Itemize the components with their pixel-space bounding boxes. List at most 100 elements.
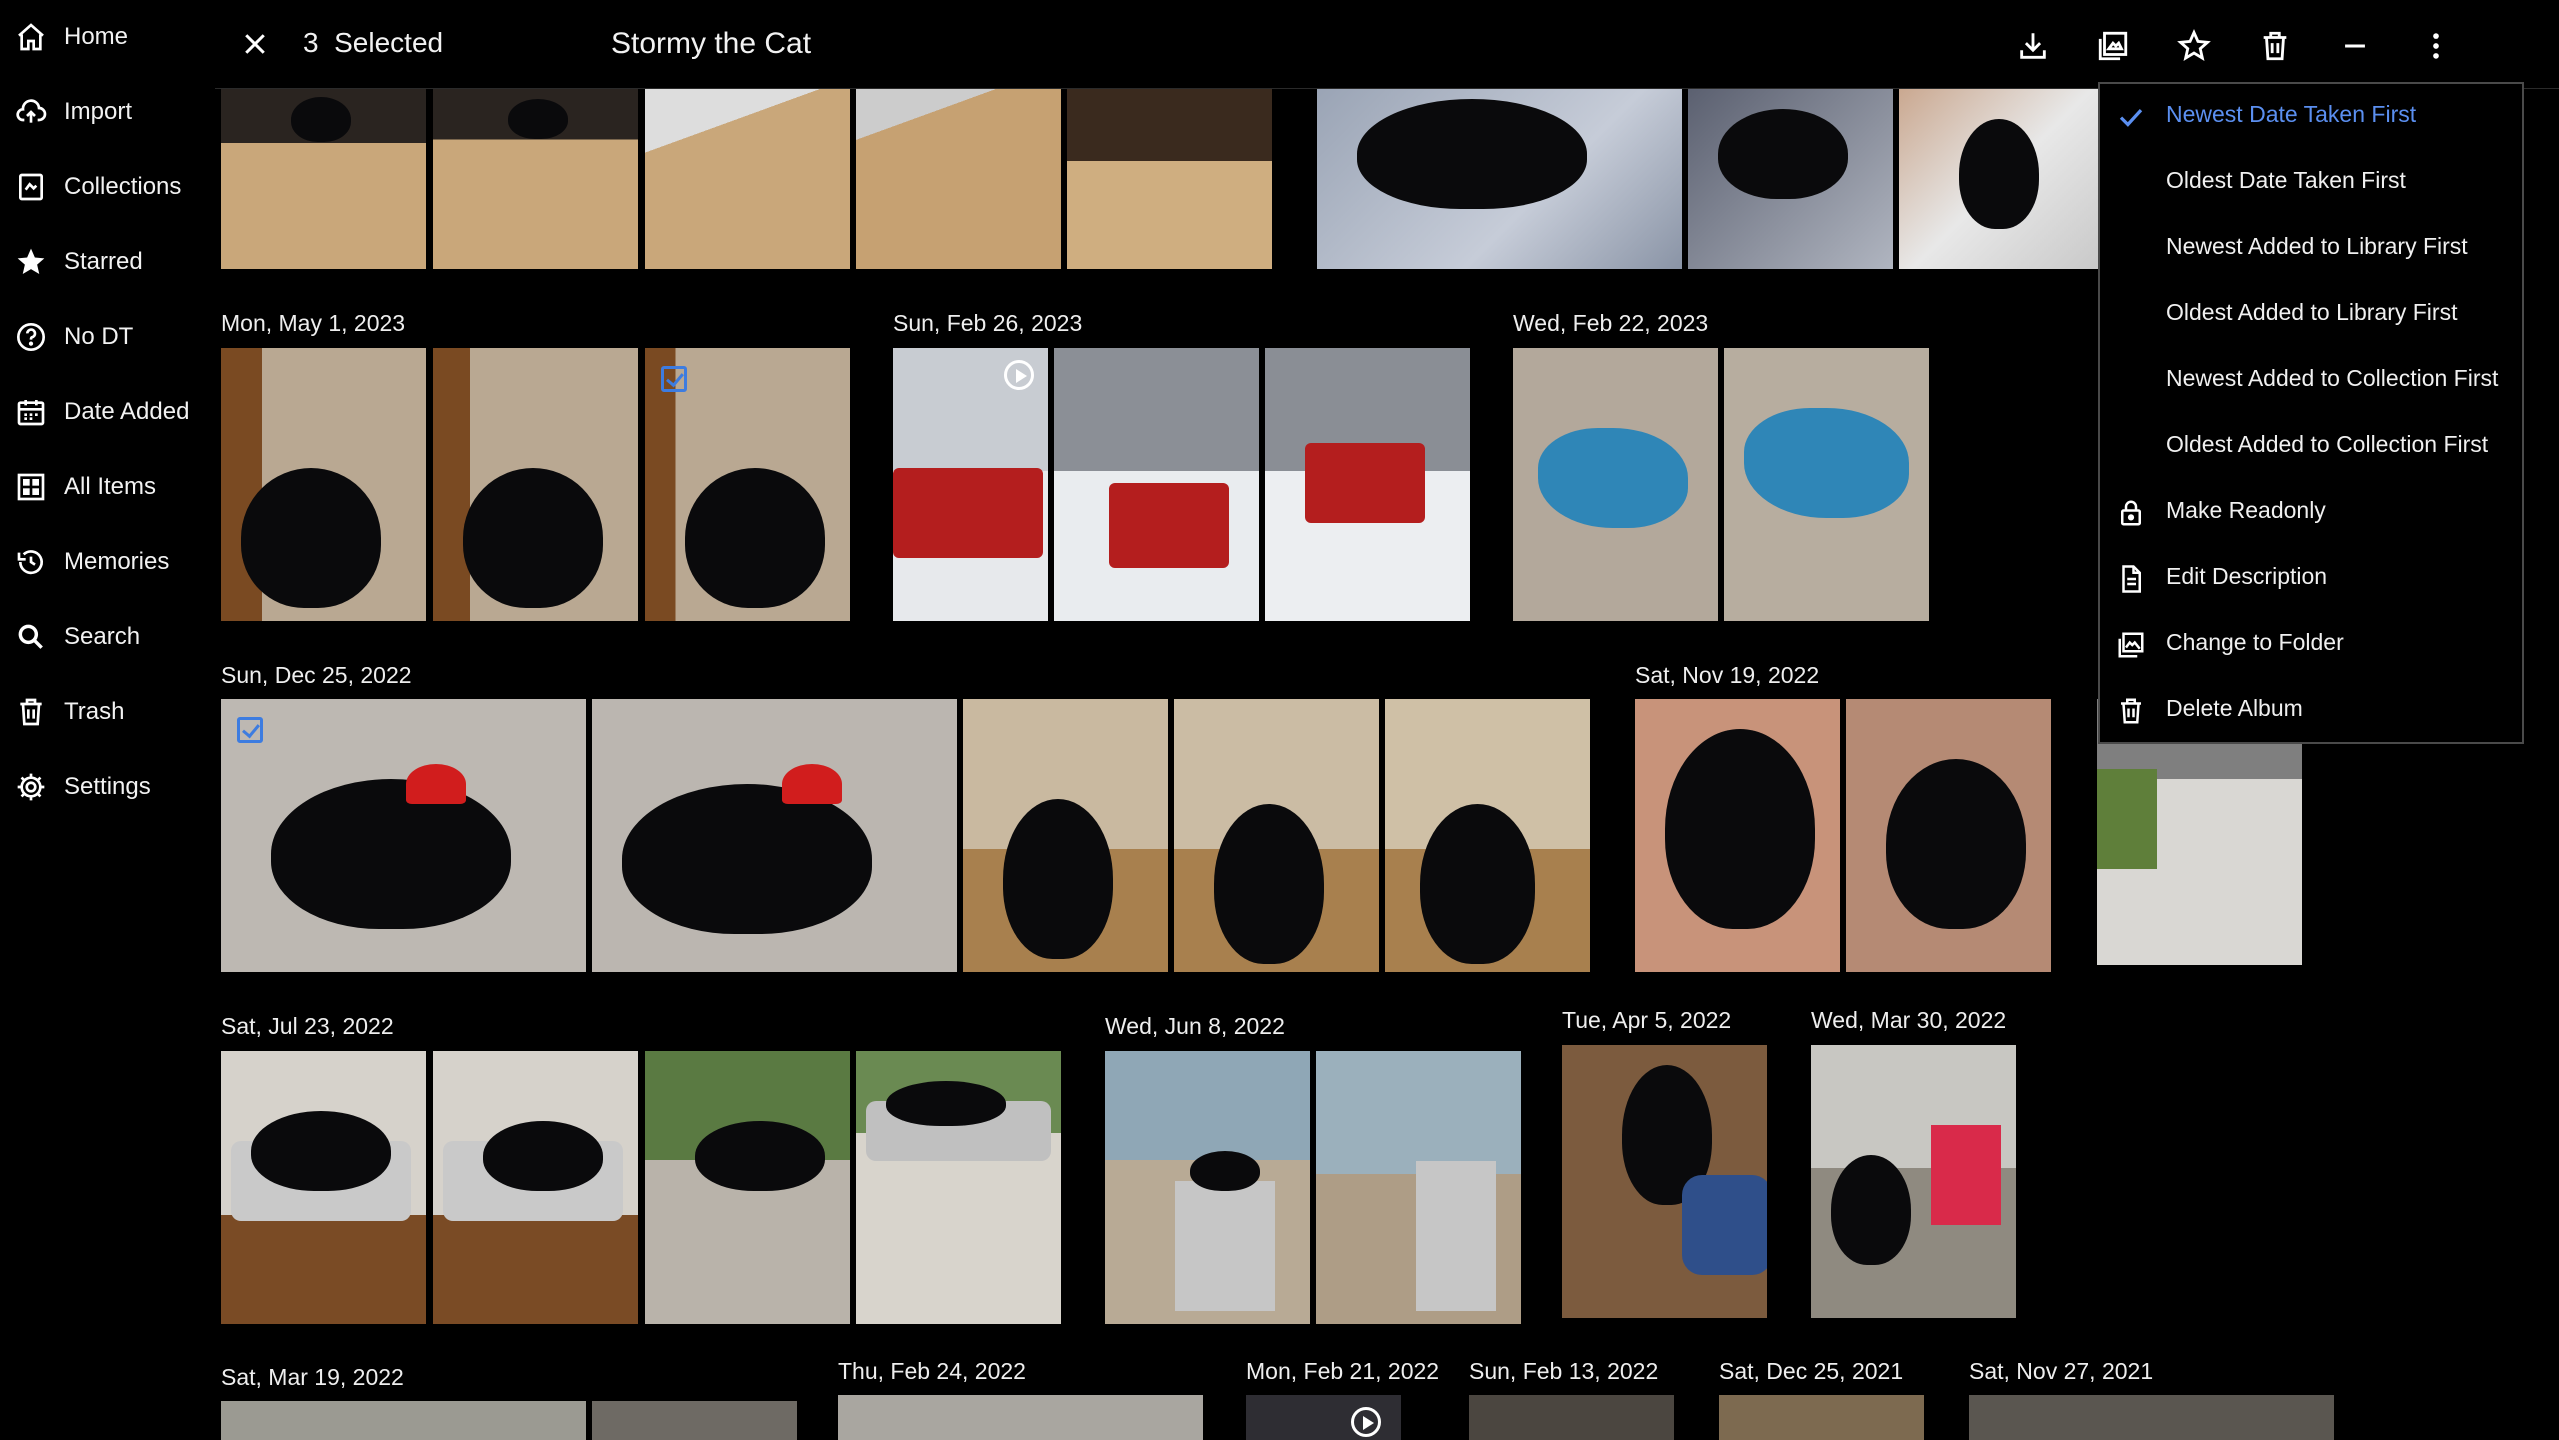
- photo-thumbnail[interactable]: [433, 89, 638, 269]
- date-group-label: Sat, Dec 25, 2021: [1719, 1358, 1904, 1384]
- photo-thumbnail[interactable]: [1105, 1051, 1310, 1324]
- photo-thumbnail[interactable]: [963, 699, 1168, 972]
- photo-thumbnail[interactable]: [1316, 1051, 1521, 1324]
- menu-item-change-to-folder[interactable]: Change to Folder: [2100, 612, 2522, 678]
- photo-thumbnail[interactable]: [645, 1051, 850, 1324]
- photo-thumbnail[interactable]: [1067, 89, 1272, 269]
- photo-thumbnail[interactable]: [221, 89, 426, 269]
- menu-item-label: Delete Album: [2166, 695, 2303, 721]
- menu-item-label: Oldest Added to Collection First: [2166, 431, 2489, 457]
- lock-icon: [2114, 496, 2148, 530]
- minimize-button[interactable]: [2331, 22, 2379, 70]
- photo-thumbnail[interactable]: [1724, 348, 1929, 621]
- photo-thumbnail-selected[interactable]: [221, 699, 586, 972]
- photo-thumbnail[interactable]: [1317, 89, 1682, 269]
- sidebar-item-label: All Items: [64, 473, 157, 500]
- menu-item-label: Make Readonly: [2166, 497, 2326, 523]
- photo-thumbnail-selected[interactable]: [645, 348, 850, 621]
- photo-thumbnail[interactable]: [433, 348, 638, 621]
- sidebar-item-no-dt[interactable]: No DT: [14, 312, 133, 362]
- photo-thumbnail[interactable]: [592, 699, 957, 972]
- selected-check-icon[interactable]: [237, 717, 263, 743]
- sidebar-item-label: Starred: [64, 248, 143, 275]
- photo-thumbnail[interactable]: [838, 1395, 1203, 1440]
- download-button[interactable]: [2009, 22, 2057, 70]
- sidebar-item-settings[interactable]: Settings: [14, 762, 151, 812]
- selected-check-icon[interactable]: [661, 366, 687, 392]
- more-vert-icon: [2433, 33, 2439, 59]
- close-selection-button[interactable]: [233, 22, 277, 66]
- menu-item-delete-album[interactable]: Delete Album: [2100, 678, 2522, 744]
- video-thumbnail[interactable]: [1246, 1395, 1401, 1440]
- star-icon: [14, 245, 48, 279]
- menu-item-make-readonly[interactable]: Make Readonly: [2100, 480, 2522, 546]
- photo-thumbnail[interactable]: [645, 89, 850, 269]
- download-icon: [2020, 33, 2046, 59]
- menu-item-newest-added-library[interactable]: Newest Added to Library First: [2100, 216, 2522, 282]
- date-group-label: Wed, Jun 8, 2022: [1105, 1013, 1285, 1039]
- date-group-label: Tue, Apr 5, 2022: [1562, 1007, 1732, 1033]
- sidebar-item-import[interactable]: Import: [14, 87, 132, 137]
- sidebar-item-label: Import: [64, 98, 133, 125]
- star-icon: [2177, 29, 2211, 61]
- photo-thumbnail[interactable]: [1385, 699, 1590, 972]
- sidebar: Home Import Collections Starred No DT Da…: [0, 0, 215, 1440]
- selected-count: 3 Selected: [303, 27, 444, 58]
- photo-thumbnail[interactable]: [1846, 699, 2051, 972]
- sidebar-item-label: Home: [64, 23, 129, 50]
- date-group-label: Sun, Dec 25, 2022: [221, 662, 412, 688]
- delete-button[interactable]: [2251, 22, 2299, 70]
- sidebar-item-label: Date Added: [64, 398, 190, 425]
- menu-item-oldest-date-taken[interactable]: Oldest Date Taken First: [2100, 150, 2522, 216]
- date-group-label: Sat, Nov 19, 2022: [1635, 662, 1820, 688]
- sidebar-item-starred[interactable]: Starred: [14, 237, 143, 287]
- photo-thumbnail[interactable]: [856, 89, 1061, 269]
- date-group-label: Thu, Feb 24, 2022: [838, 1358, 1026, 1384]
- menu-item-newest-date-taken[interactable]: Newest Date Taken First: [2100, 84, 2522, 150]
- photo-thumbnail[interactable]: [1054, 348, 1259, 621]
- search-icon: [14, 620, 48, 654]
- photo-thumbnail[interactable]: [221, 1401, 586, 1440]
- photo-thumbnail[interactable]: [1899, 89, 2104, 269]
- sidebar-item-collections[interactable]: Collections: [14, 162, 181, 212]
- sidebar-item-label: Collections: [64, 173, 182, 200]
- menu-item-edit-description[interactable]: Edit Description: [2100, 546, 2522, 612]
- photo-thumbnail[interactable]: [221, 348, 426, 621]
- history-icon: [14, 545, 48, 579]
- more-options-button[interactable]: [2412, 22, 2460, 70]
- photo-thumbnail[interactable]: [1562, 1045, 1767, 1318]
- photo-thumbnail[interactable]: [221, 1051, 426, 1324]
- add-to-collection-button[interactable]: [2089, 22, 2137, 70]
- video-thumbnail[interactable]: [893, 348, 1048, 621]
- photo-thumbnail[interactable]: [592, 1401, 797, 1440]
- date-group-label: Sun, Feb 26, 2023: [893, 310, 1083, 336]
- photo-thumbnail[interactable]: [1174, 699, 1379, 972]
- sidebar-item-date-added[interactable]: Date Added: [14, 387, 189, 437]
- close-icon: [245, 34, 265, 54]
- photo-thumbnail[interactable]: [1688, 89, 1893, 269]
- photo-thumbnail[interactable]: [1513, 348, 1718, 621]
- play-icon: [1004, 360, 1034, 390]
- photo-thumbnail[interactable]: [1719, 1395, 1924, 1440]
- photo-thumbnail[interactable]: [1469, 1395, 1674, 1440]
- menu-item-newest-added-collection[interactable]: Newest Added to Collection First: [2100, 348, 2522, 414]
- minimize-icon: [2345, 44, 2365, 48]
- sidebar-item-trash[interactable]: Trash: [14, 687, 124, 737]
- date-group-label: Sat, Mar 19, 2022: [221, 1364, 404, 1390]
- sidebar-item-search[interactable]: Search: [14, 612, 140, 662]
- sidebar-item-all-items[interactable]: All Items: [14, 462, 156, 512]
- photo-thumbnail[interactable]: [856, 1051, 1061, 1324]
- photo-thumbnail[interactable]: [1969, 1395, 2334, 1440]
- sidebar-item-home[interactable]: Home: [14, 12, 128, 62]
- play-icon: [1351, 1407, 1381, 1437]
- photo-thumbnail[interactable]: [1811, 1045, 2016, 1318]
- photo-thumbnail[interactable]: [1265, 348, 1470, 621]
- document-icon: [2114, 562, 2148, 596]
- menu-item-oldest-added-library[interactable]: Oldest Added to Library First: [2100, 282, 2522, 348]
- sidebar-item-memories[interactable]: Memories: [14, 537, 169, 587]
- photo-thumbnail[interactable]: [433, 1051, 638, 1324]
- menu-item-oldest-added-collection[interactable]: Oldest Added to Collection First: [2100, 414, 2522, 480]
- photo-thumbnail[interactable]: [1635, 699, 1840, 972]
- star-button[interactable]: [2170, 22, 2218, 70]
- question-circle-icon: [14, 320, 48, 354]
